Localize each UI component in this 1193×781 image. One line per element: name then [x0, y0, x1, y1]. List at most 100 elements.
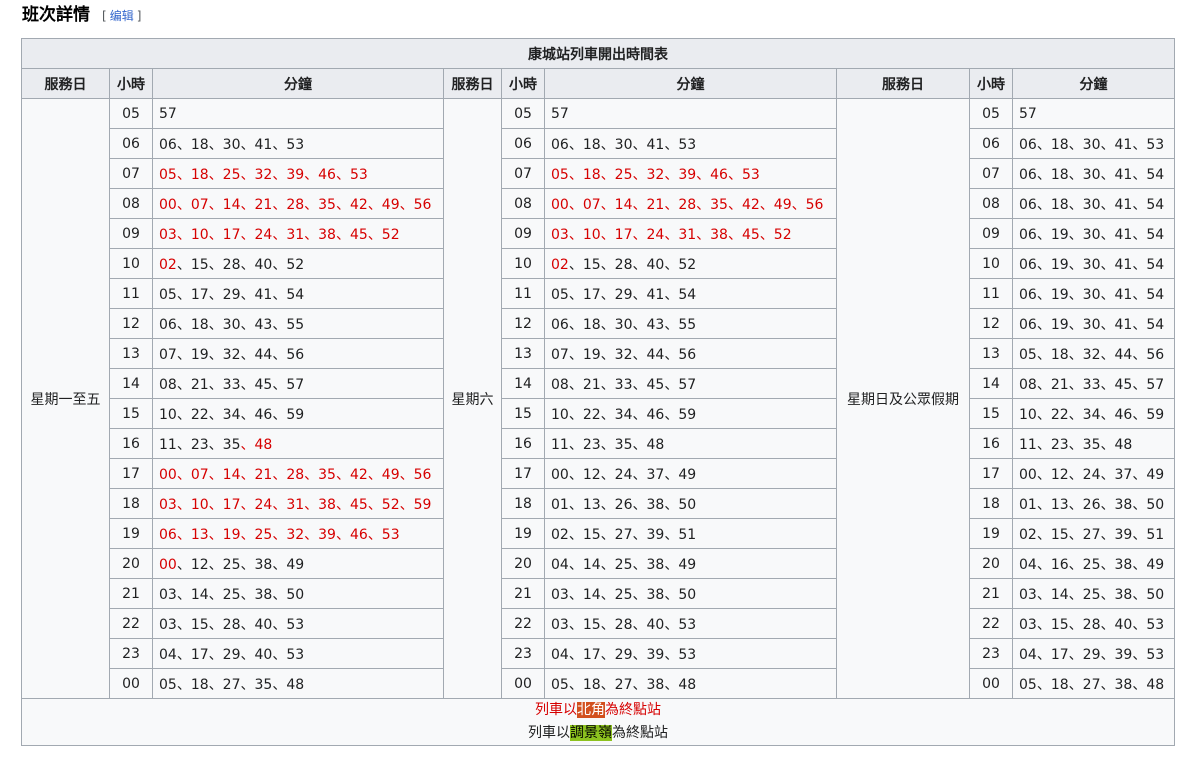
minute: 05 — [159, 286, 177, 303]
minute: 49 — [1146, 556, 1165, 573]
minute: 06 — [551, 136, 569, 153]
minute: 41 — [1114, 286, 1133, 303]
minute: 06 — [159, 136, 177, 153]
minute: 30 — [222, 316, 241, 333]
minute: 25 — [1082, 586, 1101, 603]
minute: 05 — [551, 676, 569, 693]
hour-cell: 14 — [969, 368, 1013, 399]
minute: 53 — [381, 526, 400, 543]
hour-cell: 21 — [109, 578, 153, 609]
minute: 31 — [286, 226, 305, 243]
minutes-cell: 04、17、29、40、53 — [152, 638, 444, 669]
minute: 18 — [190, 166, 209, 183]
minute: 53 — [349, 166, 368, 183]
minutes-cell: 05、18、32、44、56 — [1012, 338, 1175, 369]
minute: 18 — [1050, 346, 1069, 363]
header-day: 服務日 — [836, 68, 970, 99]
hour-cell: 00 — [969, 668, 1013, 699]
minute: 05 — [159, 166, 177, 183]
minute: 08 — [159, 376, 177, 393]
minute: 28 — [614, 256, 633, 273]
minute: 52 — [773, 226, 792, 243]
minute: 19 — [1050, 256, 1069, 273]
minute: 14 — [582, 586, 601, 603]
minute: 34 — [222, 406, 241, 423]
minute: 40 — [1114, 616, 1133, 633]
table-row: 18 03、10、17、24、31、38、45、52、59 18 01、13、26、3… — [22, 488, 1175, 519]
minutes-cell: 03、14、25、38、50 — [152, 578, 444, 609]
minute: 05 — [159, 676, 177, 693]
minute: 03 — [551, 226, 569, 243]
minute: 30 — [1082, 316, 1101, 333]
minute: 06 — [1019, 166, 1037, 183]
legend-north-point: 列車以北角為終點站 — [535, 702, 661, 718]
minute: 25 — [1082, 556, 1101, 573]
minute: 21 — [646, 196, 665, 213]
minute: 15 — [1050, 526, 1069, 543]
minutes-cell: 03、15、28、40、53 — [1012, 608, 1175, 639]
minute: 38 — [646, 496, 665, 513]
minute: 38 — [254, 556, 273, 573]
minute: 02 — [159, 256, 177, 273]
minute: 26 — [1082, 496, 1101, 513]
minute: 56 — [805, 196, 824, 213]
minute: 18 — [582, 166, 601, 183]
minute: 35 — [222, 436, 241, 453]
edit-section: [编辑] — [102, 9, 142, 23]
minute: 27 — [614, 676, 633, 693]
minutes-cell: 07、19、32、44、56 — [544, 338, 837, 369]
minute: 40 — [254, 256, 273, 273]
minute: 30 — [1082, 136, 1101, 153]
minute: 21 — [254, 466, 273, 483]
minutes-cell: 06、18、30、43、55 — [544, 308, 837, 339]
minutes-cell: 05、18、25、32、39、46、53 — [544, 158, 837, 189]
header-day: 服務日 — [21, 68, 110, 99]
hour-cell: 15 — [501, 398, 545, 429]
hour-cell: 07 — [969, 158, 1013, 189]
header-hour: 小時 — [501, 68, 545, 99]
table-row: 14 08、21、33、45、57 14 08、21、33、45、57 14 08、21、… — [22, 368, 1175, 399]
minute: 31 — [286, 496, 305, 513]
hour-cell: 20 — [969, 548, 1013, 579]
minute: 53 — [741, 166, 760, 183]
minutes-cell: 11、23、35、48 — [544, 428, 837, 459]
minute: 30 — [614, 316, 633, 333]
minutes-cell: 02、15、28、40、52 — [152, 248, 444, 279]
minute: 18 — [190, 676, 209, 693]
hour-cell: 05 — [109, 98, 153, 129]
minute: 53 — [286, 136, 305, 153]
timetable-body: 星期一至五 05 57 星期六 05 57 星期日及公眾假期 05 57 06 06、18、30、4… — [21, 98, 1175, 699]
minute: 07 — [159, 346, 177, 363]
minute: 06 — [1019, 286, 1037, 303]
hour-cell: 18 — [969, 488, 1013, 519]
minutes-cell: 57 — [544, 98, 837, 129]
minute: 38 — [1114, 676, 1133, 693]
minute: 49 — [381, 196, 400, 213]
minute: 28 — [678, 196, 697, 213]
minute: 41 — [1114, 196, 1133, 213]
header-minute: 分鐘 — [544, 68, 837, 99]
minute: 14 — [190, 586, 209, 603]
minute: 49 — [678, 466, 697, 483]
minute: 35 — [254, 676, 273, 693]
hour-cell: 06 — [969, 128, 1013, 159]
minute: 37 — [646, 466, 665, 483]
minutes-cell: 03、10、17、24、31、38、45、52 — [152, 218, 444, 249]
minute: 06 — [1019, 136, 1037, 153]
minute: 35 — [1082, 436, 1101, 453]
minutes-cell: 06、18、30、41、53 — [544, 128, 837, 159]
hour-cell: 17 — [109, 458, 153, 489]
minute: 02 — [551, 526, 569, 543]
minute: 51 — [1146, 526, 1165, 543]
minute: 35 — [710, 196, 728, 213]
minute: 38 — [710, 226, 728, 243]
minute: 19 — [582, 346, 601, 363]
minute: 50 — [678, 496, 697, 513]
minutes-cell: 06、18、30、41、53 — [152, 128, 444, 159]
minute: 05 — [1019, 676, 1037, 693]
hour-cell: 08 — [969, 188, 1013, 219]
edit-link[interactable]: 编辑 — [110, 9, 134, 23]
hour-cell: 17 — [969, 458, 1013, 489]
minute: 54 — [1146, 196, 1165, 213]
minute: 19 — [1050, 286, 1069, 303]
